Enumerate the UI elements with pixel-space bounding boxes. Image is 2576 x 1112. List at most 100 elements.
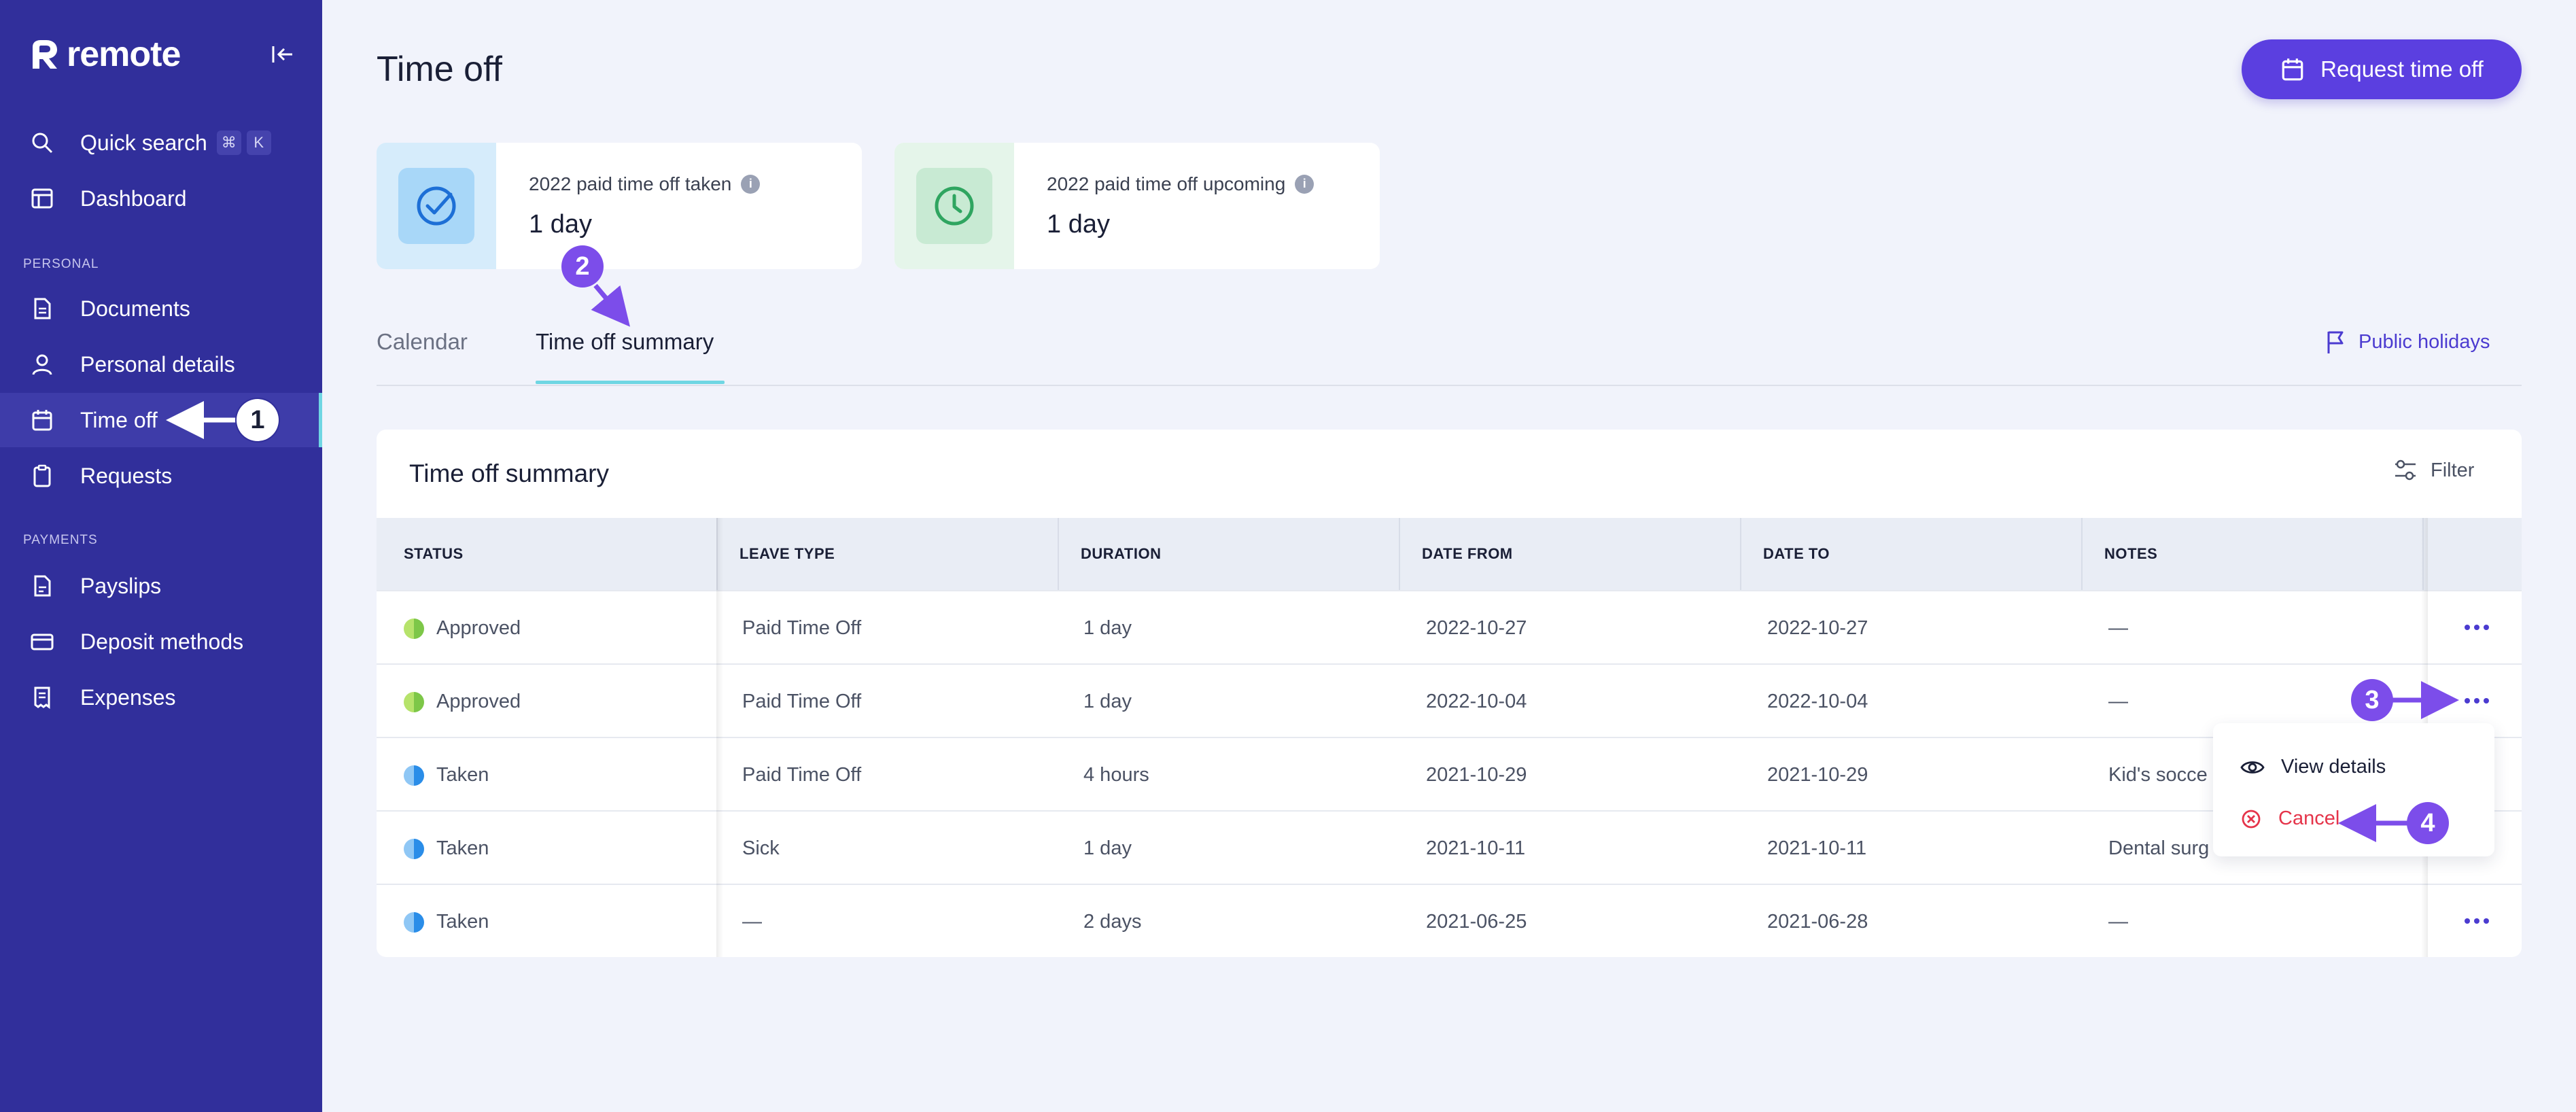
date-to-cell: 2021-10-29 [1767,764,1868,786]
menu-item-label: View details [2281,756,2386,778]
sidebar-item-dashboard[interactable]: Dashboard [0,171,322,226]
leave-type-cell: Paid Time Off [742,617,862,639]
date-from-cell: 2021-10-29 [1426,764,1527,786]
sidebar-item-personal-details[interactable]: Personal details [0,337,322,392]
tab-time-off-summary[interactable]: Time off summary [536,329,714,355]
table-row[interactable]: Taken Sick 1 day 2021-10-11 2021-10-11 D… [377,810,2522,884]
sidebar-item-documents[interactable]: Documents [0,281,322,336]
sidebar-item-payslips[interactable]: Payslips [0,559,322,613]
date-from-cell: 2021-06-25 [1426,911,1527,933]
sidebar-item-expenses[interactable]: Expenses [0,670,322,725]
request-time-off-button[interactable]: Request time off [2242,39,2522,99]
notes-cell: — [2108,911,2128,933]
table-row[interactable]: Approved Paid Time Off 1 day 2022-10-04 … [377,663,2522,737]
leave-type-cell: Paid Time Off [742,691,862,712]
request-time-off-label: Request time off [2320,56,2484,82]
menu-item-view-details[interactable]: View details [2240,756,2386,778]
date-to-cell: 2022-10-04 [1767,691,1868,712]
menu-item-cancel[interactable]: Cancel [2240,807,2339,830]
credit-card-icon [31,633,54,650]
date-to-cell: 2022-10-27 [1767,617,1868,639]
more-icon [2465,698,2470,703]
stat-icon-box [398,168,474,244]
status-text: Taken [436,837,489,859]
section-label-personal: PERSONAL [23,257,99,271]
column-header-status[interactable]: STATUS [404,545,464,563]
column-header-date-to[interactable]: DATE TO [1763,545,1830,563]
cancel-circle-icon [2242,810,2261,828]
search-icon [32,133,53,154]
page-title: Time off [377,50,502,89]
stat-icon-box [916,168,992,244]
date-from-cell: 2021-10-11 [1426,837,1526,859]
more-icon [2474,625,2479,630]
brand-logo[interactable]: remote [29,34,181,75]
column-header-duration[interactable]: DURATION [1081,545,1161,563]
annotation-badge-3: 3 [2351,679,2393,721]
sidebar-item-label: Deposit methods [80,629,244,654]
active-tab-indicator [536,381,725,384]
date-to-cell: 2021-10-11 [1767,837,1867,859]
filter-button[interactable]: Filter [2392,458,2474,483]
clipboard-icon [33,464,51,487]
table-row[interactable]: Taken — 2 days 2021-06-25 2021-06-28 — [377,884,2522,957]
collapse-sidebar-icon[interactable] [269,42,296,67]
leave-type-cell: — [742,911,762,933]
table-row[interactable]: Approved Paid Time Off 1 day 2022-10-27 … [377,590,2522,663]
annotation-badge-2: 2 [561,245,604,288]
leave-type-cell: Paid Time Off [742,764,862,786]
column-header-leave-type[interactable]: LEAVE TYPE [739,545,835,563]
more-actions-button[interactable] [2458,684,2496,718]
clock-icon [935,186,974,226]
duration-cell: 1 day [1083,617,1132,639]
stat-icon-area [894,143,1014,269]
taken-status-icon [404,838,424,859]
status-cell: Taken [404,764,489,786]
sidebar-item-requests[interactable]: Requests [0,449,322,503]
column-separator [1740,518,1741,590]
status-text: Taken [436,911,489,933]
status-cell: Approved [404,691,521,713]
annotation-badge-4: 4 [2407,802,2449,844]
more-actions-button[interactable] [2458,904,2496,938]
sidebar-item-label: Payslips [80,573,162,598]
table-title: Time off summary [409,459,609,487]
more-icon [2474,698,2479,703]
annotation-badge-1: 1 [237,399,279,441]
check-circle-icon [417,186,456,226]
notes-cell: — [2108,617,2128,639]
more-actions-button[interactable] [2458,610,2496,644]
duration-cell: 2 days [1083,911,1142,933]
info-icon[interactable]: i [1295,174,1315,194]
calendar-icon [2282,58,2303,81]
public-holidays-label: Public holidays [2359,330,2490,353]
stat-label: 2022 paid time off upcoming i [1047,173,1315,195]
status-cell: Approved [404,617,521,640]
stat-value: 1 day [529,209,592,239]
notes-cell: Dental surg [2108,837,2210,859]
dashboard-icon [31,188,53,209]
row-actions-menu: View details Cancel [2213,723,2494,856]
time-off-summary-table: Time off summary Filter STATUS LEAVE TYP… [377,430,2522,957]
column-separator [2081,518,2083,590]
duration-cell: 4 hours [1083,764,1149,786]
tab-calendar[interactable]: Calendar [377,329,468,355]
sidebar: remote Quick search ⌘ K Dashboard PERSON… [0,0,322,1112]
column-header-notes[interactable]: NOTES [2104,545,2157,563]
leave-type-cell: Sick [742,837,780,859]
sidebar-item-quick-search[interactable]: Quick search ⌘ K [0,116,322,170]
stat-label: 2022 paid time off taken i [529,173,761,195]
info-icon[interactable]: i [741,174,761,194]
receipt-icon [34,687,50,709]
stat-value: 1 day [1047,209,1110,239]
date-from-cell: 2022-10-27 [1426,617,1527,639]
status-text: Approved [436,691,521,712]
notes-cell: Kid's socce [2108,764,2208,786]
duration-cell: 1 day [1083,691,1132,712]
table-row[interactable]: Taken Paid Time Off 4 hours 2021-10-29 2… [377,737,2522,810]
approved-status-icon [404,691,424,712]
sidebar-item-deposit-methods[interactable]: Deposit methods [0,614,322,669]
public-holidays-link[interactable]: Public holidays [2325,329,2490,355]
more-icon [2484,698,2489,703]
column-header-date-from[interactable]: DATE FROM [1422,545,1513,563]
